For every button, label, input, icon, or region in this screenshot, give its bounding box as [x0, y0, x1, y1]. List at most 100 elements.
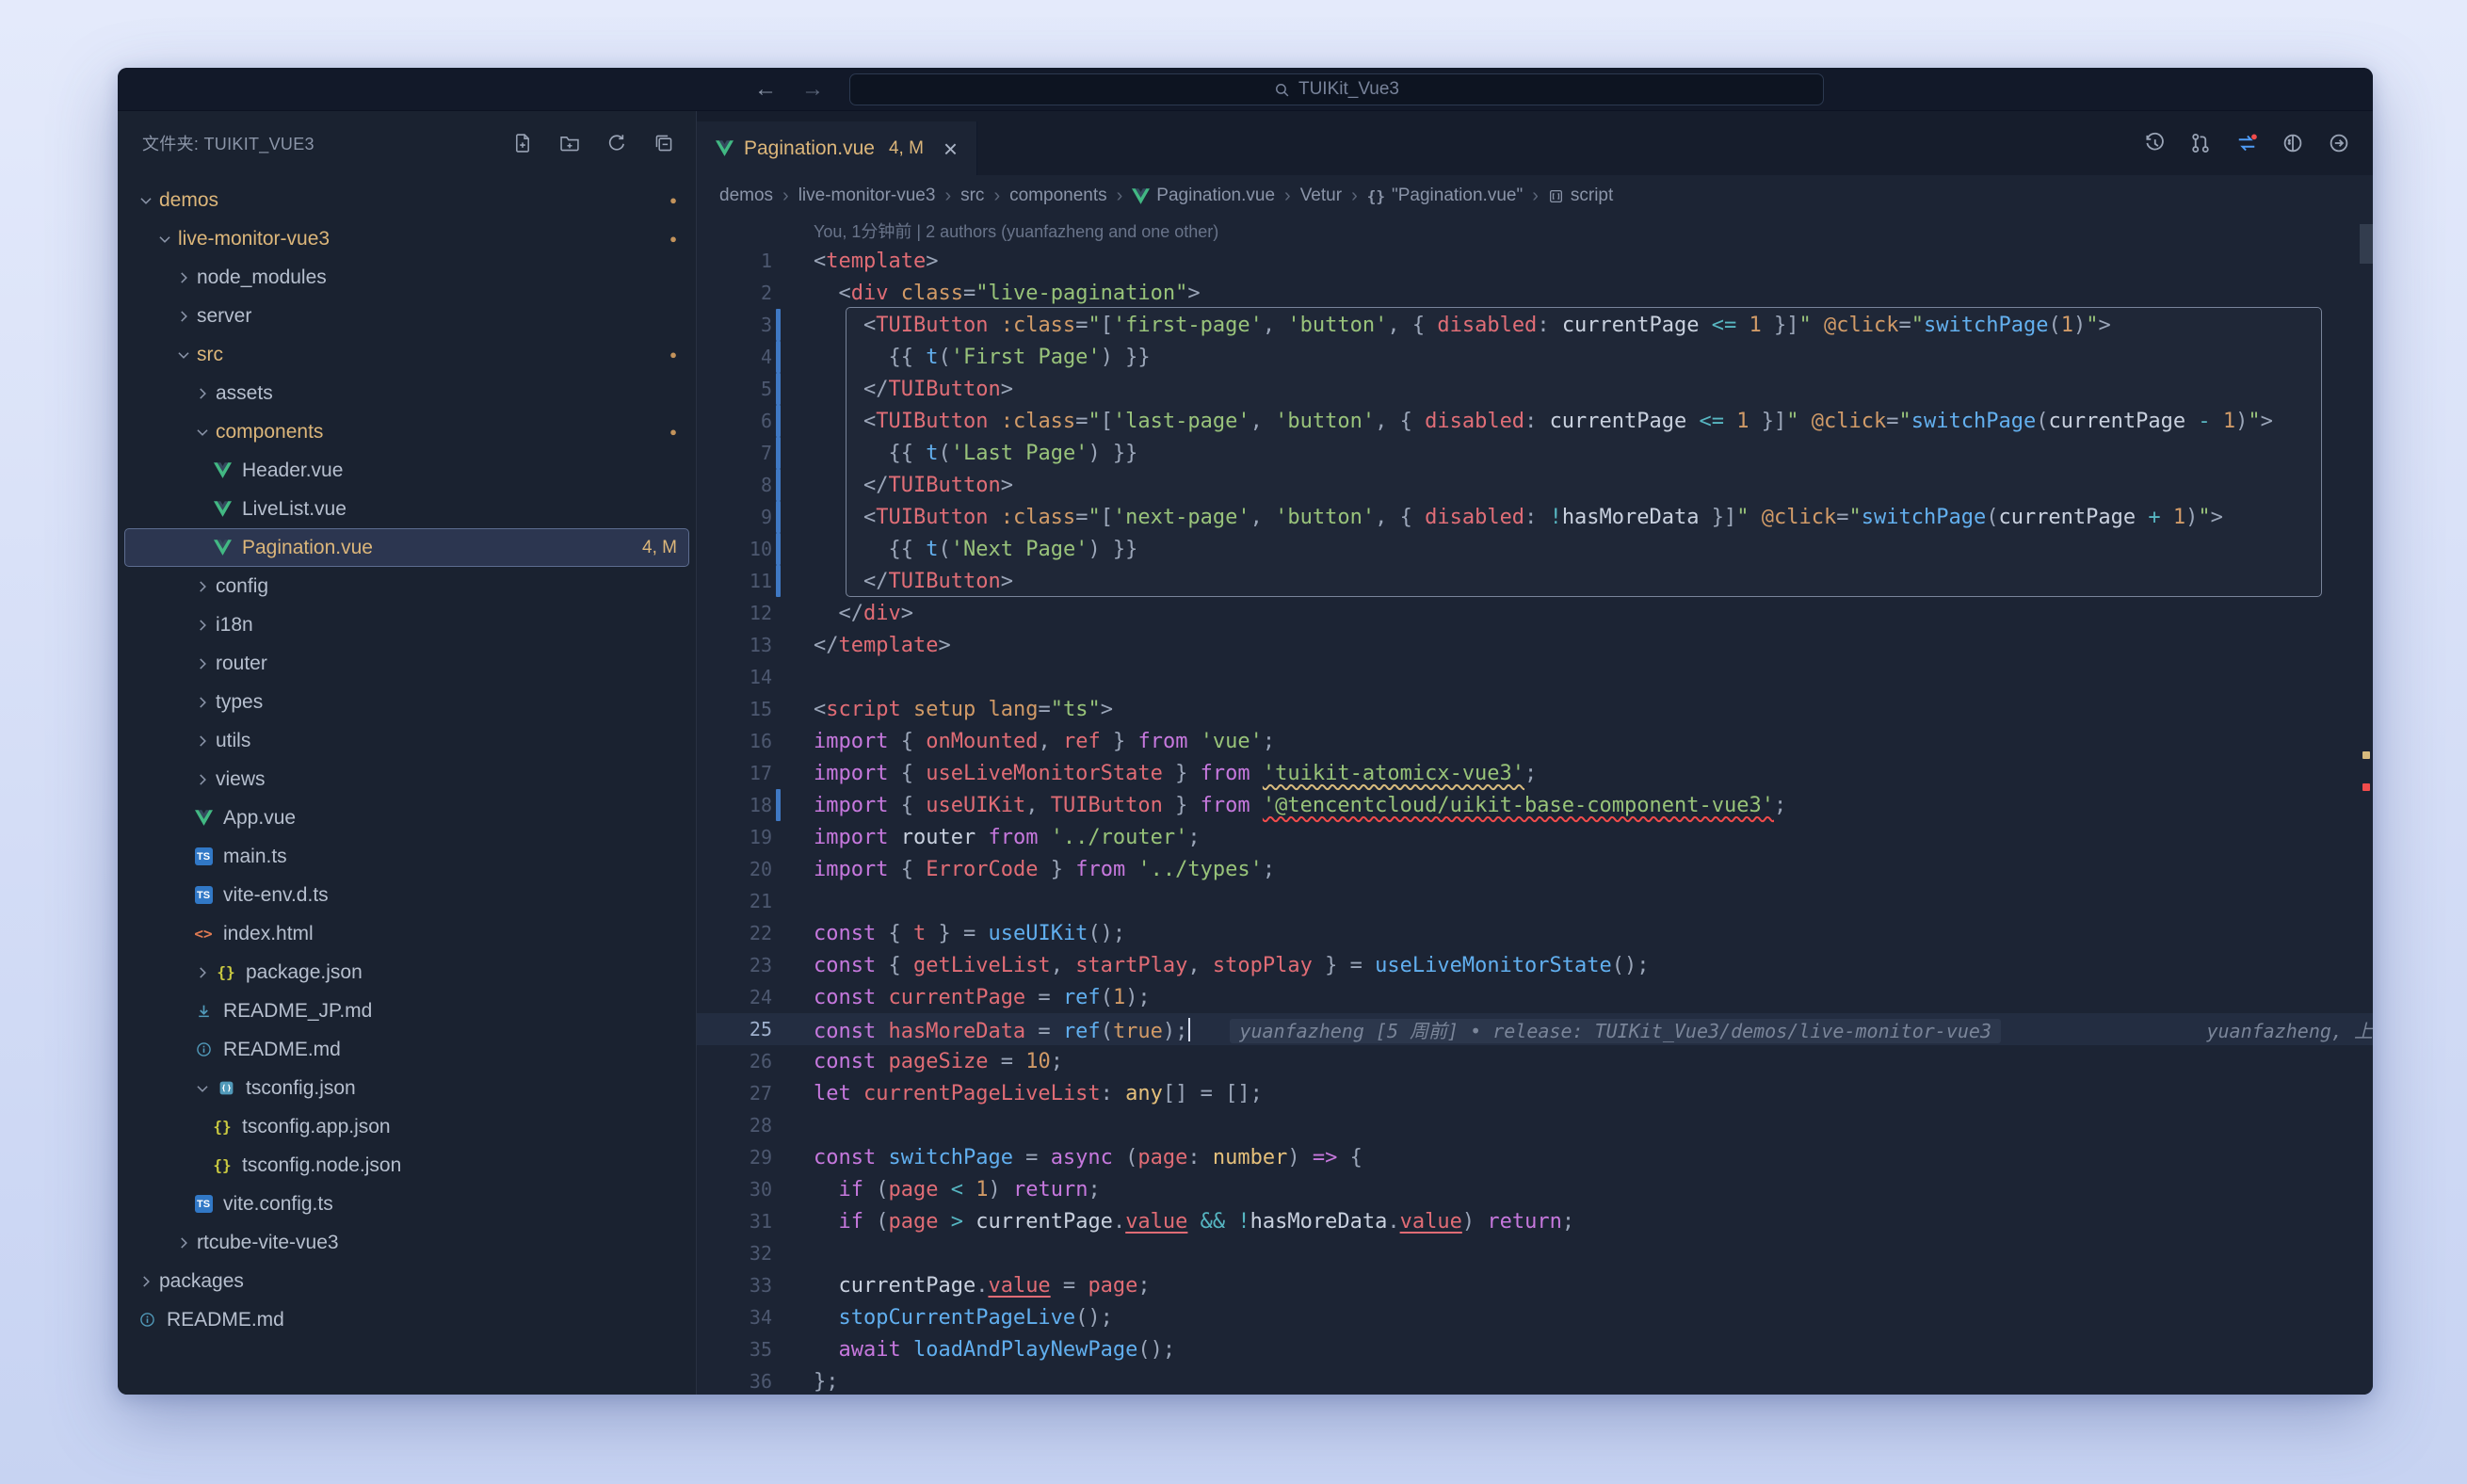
code-line-11[interactable]: 11 </TUIButton> [697, 565, 2373, 597]
editor-pane: demos›live-monitor-vue3›src›components›P… [697, 175, 2373, 1395]
breadcrumb-item-Pagination.vue[interactable]: {}"Pagination.vue" [1367, 186, 1523, 206]
breadcrumb-label: Pagination.vue [1156, 186, 1275, 206]
code-line-31[interactable]: 31 if (page > currentPage.value && !hasM… [697, 1205, 2373, 1237]
compare-button[interactable] [2235, 132, 2258, 154]
go-to-file-button[interactable] [2328, 132, 2350, 154]
tree-item-vite.config.ts[interactable]: TSvite.config.ts [124, 1185, 689, 1223]
tab-pagination-vue[interactable]: Pagination.vue 4, M × [697, 121, 977, 175]
new-file-button[interactable] [511, 132, 534, 154]
tree-item-types[interactable]: types [124, 683, 689, 721]
tree-item-README.md[interactable]: README.md [124, 1030, 689, 1069]
code-line-24[interactable]: 24const currentPage = ref(1); [697, 981, 2373, 1013]
tree-item-router[interactable]: router [124, 644, 689, 683]
tree-item-App.vue[interactable]: App.vue [124, 798, 689, 837]
code-line-10[interactable]: 10 {{ t('Next Page') }} [697, 533, 2373, 565]
tree-item-tsconfig.json[interactable]: tsconfig.json [124, 1069, 689, 1107]
tree-item-utils[interactable]: utils [124, 721, 689, 760]
tree-item-node_modules[interactable]: node_modules [124, 258, 689, 297]
code-line-19[interactable]: 19import router from '../router'; [697, 821, 2373, 853]
code-line-7[interactable]: 7 {{ t('Last Page') }} [697, 437, 2373, 469]
codelens-authors[interactable]: You, 1分钟前 | 2 authors (yuanfazheng and o… [697, 217, 2373, 245]
refresh-button[interactable] [605, 132, 628, 154]
code-line-25[interactable]: 25const hasMoreData = ref(true);yuanfazh… [697, 1013, 2373, 1045]
tree-item-rtcube-vite-vue3[interactable]: rtcube-vite-vue3 [124, 1223, 689, 1262]
code-line-29[interactable]: 29const switchPage = async (page: number… [697, 1141, 2373, 1173]
code-line-12[interactable]: 12 </div> [697, 597, 2373, 629]
code-line-32[interactable]: 32 [697, 1237, 2373, 1269]
tree-item-src[interactable]: src● [124, 335, 689, 374]
code-text: import router from '../router'; [781, 826, 1201, 849]
code-line-20[interactable]: 20import { ErrorCode } from '../types'; [697, 853, 2373, 885]
tree-item-live-monitor-vue3[interactable]: live-monitor-vue3● [124, 219, 689, 258]
code-text: </TUIButton> [781, 378, 1013, 401]
tree-item-LiveList.vue[interactable]: LiveList.vue [124, 490, 689, 528]
code-line-13[interactable]: 13</template> [697, 629, 2373, 661]
scrollbar-thumb[interactable] [2360, 224, 2373, 264]
code-text: <template> [781, 250, 938, 273]
tree-item-index.html[interactable]: <>index.html [124, 914, 689, 953]
code-line-36[interactable]: 36}; [697, 1365, 2373, 1395]
tree-item-tsconfig.node.json[interactable]: {}tsconfig.node.json [124, 1146, 689, 1185]
tree-item-views[interactable]: views [124, 760, 689, 798]
open-changes-button[interactable] [2282, 132, 2304, 154]
code-line-33[interactable]: 33 currentPage.value = page; [697, 1269, 2373, 1301]
code-line-9[interactable]: 9 <TUIButton :class="['next-page', 'butt… [697, 501, 2373, 533]
tree-item-assets[interactable]: assets [124, 374, 689, 412]
code-line-14[interactable]: 14 [697, 661, 2373, 693]
tree-item-label: main.ts [223, 846, 287, 868]
source-control-button[interactable] [2189, 132, 2212, 154]
collapse-all-button[interactable] [653, 132, 675, 154]
chevron-right-icon [191, 617, 214, 634]
code-line-3[interactable]: 3 <TUIButton :class="['first-page', 'but… [697, 309, 2373, 341]
new-folder-button[interactable] [558, 132, 581, 154]
close-tab-button[interactable]: × [943, 137, 958, 161]
tree-item-tsconfig.app.json[interactable]: {}tsconfig.app.json [124, 1107, 689, 1146]
code-line-22[interactable]: 22const { t } = useUIKit(); [697, 917, 2373, 949]
code-line-15[interactable]: 15<script setup lang="ts"> [697, 693, 2373, 725]
code-line-2[interactable]: 2 <div class="live-pagination"> [697, 277, 2373, 309]
file-tree: demos●live-monitor-vue3●node_modulesserv… [118, 175, 696, 1339]
chevron-right-icon [172, 1234, 195, 1251]
tree-item-packages[interactable]: packages [124, 1262, 689, 1300]
code-line-5[interactable]: 5 </TUIButton> [697, 373, 2373, 405]
code-line-8[interactable]: 8 </TUIButton> [697, 469, 2373, 501]
breadcrumb-item-demos[interactable]: demos [719, 186, 773, 206]
breadcrumb-item-components[interactable]: components [1009, 186, 1107, 206]
tree-item-README_JP.md[interactable]: README_JP.md [124, 992, 689, 1030]
code-line-6[interactable]: 6 <TUIButton :class="['last-page', 'butt… [697, 405, 2373, 437]
code-line-23[interactable]: 23const { getLiveList, startPlay, stopPl… [697, 949, 2373, 981]
code-line-17[interactable]: 17import { useLiveMonitorState } from 't… [697, 757, 2373, 789]
forward-button[interactable]: → [801, 76, 824, 103]
tree-item-components[interactable]: components● [124, 412, 689, 451]
code-line-30[interactable]: 30 if (page < 1) return; [697, 1173, 2373, 1205]
code-line-34[interactable]: 34 stopCurrentPageLive(); [697, 1301, 2373, 1333]
tree-item-package.json[interactable]: {}package.json [124, 953, 689, 992]
code-line-18[interactable]: 18import { useUIKit, TUIButton } from '@… [697, 789, 2373, 821]
tree-item-README.md[interactable]: README.md [124, 1300, 689, 1339]
code-line-16[interactable]: 16import { onMounted, ref } from 'vue'; [697, 725, 2373, 757]
tree-item-i18n[interactable]: i18n [124, 605, 689, 644]
tree-item-vite-env.d.ts[interactable]: TSvite-env.d.ts [124, 876, 689, 914]
breadcrumb-item-live-monitor-vue3[interactable]: live-monitor-vue3 [798, 186, 936, 206]
tree-item-Header.vue[interactable]: Header.vue [124, 451, 689, 490]
breadcrumb-item-script[interactable]: script [1548, 186, 1613, 206]
tree-item-config[interactable]: config [124, 567, 689, 605]
back-button[interactable]: ← [754, 76, 777, 103]
code-line-1[interactable]: 1<template> [697, 245, 2373, 277]
code-line-35[interactable]: 35 await loadAndPlayNewPage(); [697, 1333, 2373, 1365]
tree-item-main.ts[interactable]: TSmain.ts [124, 837, 689, 876]
breadcrumb-item-Vetur[interactable]: Vetur [1300, 186, 1342, 206]
editor-scrollbar[interactable] [2360, 175, 2373, 1395]
tree-item-demos[interactable]: demos● [124, 181, 689, 219]
tree-item-Pagination.vue[interactable]: Pagination.vue4, M [124, 528, 689, 567]
code-line-21[interactable]: 21 [697, 885, 2373, 917]
code-line-27[interactable]: 27let currentPageLiveList: any[] = []; [697, 1077, 2373, 1109]
code-line-4[interactable]: 4 {{ t('First Page') }} [697, 341, 2373, 373]
breadcrumb-item-Pagination.vue[interactable]: Pagination.vue [1132, 186, 1275, 206]
history-button[interactable] [2143, 132, 2166, 154]
command-center-search[interactable]: TUIKit_Vue3 [849, 73, 1824, 105]
code-line-28[interactable]: 28 [697, 1109, 2373, 1141]
code-line-26[interactable]: 26const pageSize = 10; [697, 1045, 2373, 1077]
breadcrumb-item-src[interactable]: src [960, 186, 984, 206]
tree-item-server[interactable]: server [124, 297, 689, 335]
